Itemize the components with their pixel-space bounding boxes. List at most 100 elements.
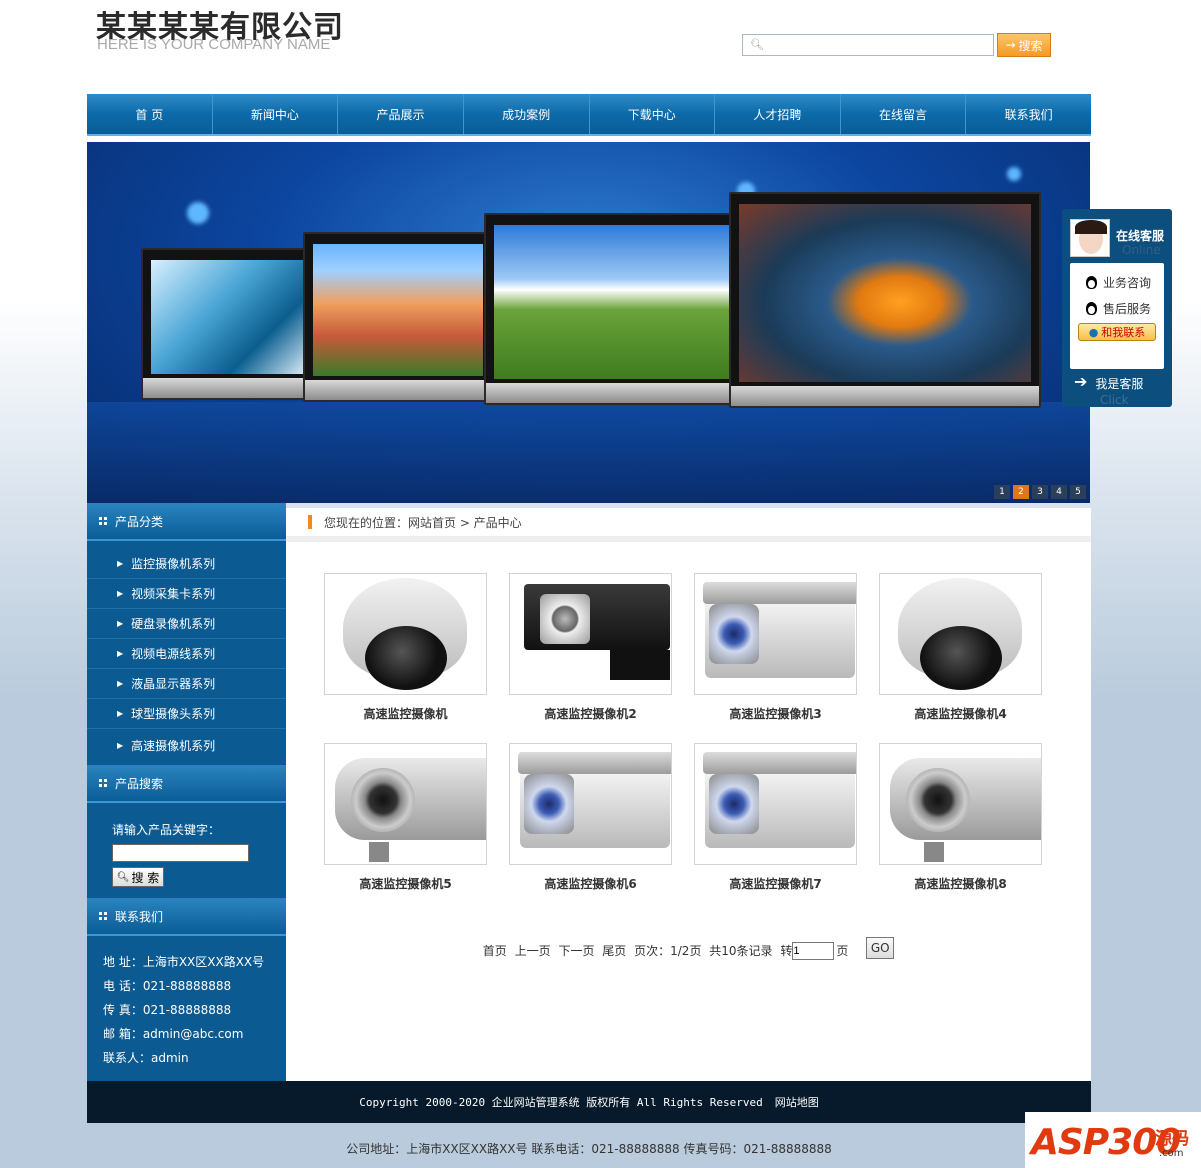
chat-with-me-label: 和我联系: [1101, 326, 1146, 339]
product-image[interactable]: [324, 573, 487, 695]
product-image[interactable]: [509, 573, 672, 695]
product-name[interactable]: 高速监控摄像机8: [879, 875, 1042, 892]
category-item[interactable]: ▶ 监控摄像机系列: [87, 549, 286, 579]
category-title: 产品分类: [115, 514, 164, 529]
product-image[interactable]: [324, 743, 487, 865]
service-list: 业务咨询 售后服务 ● 和我联系: [1070, 263, 1164, 369]
service-header: 在线客服 Online: [1070, 219, 1166, 259]
footer-address: 公司地址：上海市XX区XX路XX号 联系电话：021-88888888 传真号码…: [346, 1142, 832, 1156]
banner-tv-2: [303, 232, 493, 402]
pager-last[interactable]: 尾页: [602, 944, 626, 958]
nav-cases[interactable]: 成功案例: [464, 94, 590, 134]
nav-news[interactable]: 新闻中心: [213, 94, 339, 134]
left-sidebar: 产品分类 ▶ 监控摄像机系列 ▶ 视频采集卡系列 ▶ 硬盘录像机系列 ▶ 视频电源线系列…: [87, 503, 286, 1081]
product-name[interactable]: 高速监控摄像机7: [694, 875, 857, 892]
banner-dot-1[interactable]: 1: [994, 485, 1010, 499]
category-item[interactable]: ▶ 液晶显示器系列: [87, 669, 286, 699]
banner-dot-5[interactable]: 5: [1070, 485, 1086, 499]
product-name[interactable]: 高速监控摄像机5: [324, 875, 487, 892]
service-item[interactable]: 业务咨询: [1070, 269, 1164, 295]
hero-banner[interactable]: 1 2 3 4 5: [87, 142, 1090, 503]
banner-tv-1: [141, 248, 321, 400]
footer-sitemap-link[interactable]: 网站地图: [775, 1094, 819, 1110]
pager-page-info: 页次：1/2页: [634, 943, 702, 958]
header-search-button[interactable]: → 搜索: [997, 33, 1051, 57]
product-card[interactable]: 高速监控摄像机8: [879, 743, 1042, 892]
product-image[interactable]: [694, 743, 857, 865]
nav-home[interactable]: 首 页: [87, 94, 213, 134]
breadcrumb-text: 您现在的位置：网站首页 > 产品中心: [324, 515, 522, 530]
product-card[interactable]: 高速监控摄像机5: [324, 743, 487, 892]
pagination: 首页 上一页 下一页 尾页 页次：1/2页 共10条记录 转 页 GO: [286, 937, 1091, 962]
category-label: 硬盘录像机系列: [131, 617, 216, 631]
triangle-right-icon: ▶: [117, 679, 124, 688]
service-item-label: 业务咨询: [1103, 275, 1152, 290]
service-toggle[interactable]: ➔ 我是客服: [1074, 374, 1144, 392]
header-search-input[interactable]: [765, 37, 990, 53]
product-card[interactable]: 高速监控摄像机3: [694, 573, 857, 722]
category-list: ▶ 监控摄像机系列 ▶ 视频采集卡系列 ▶ 硬盘录像机系列 ▶ 视频电源线系列 ▶ 液晶显…: [87, 541, 286, 761]
asp300-watermark: ASP300 源码 .com: [1025, 1112, 1201, 1168]
product-image[interactable]: [694, 573, 857, 695]
triangle-right-icon: ▶: [117, 559, 124, 568]
product-name[interactable]: 高速监控摄像机: [324, 705, 487, 722]
pager-prev[interactable]: 上一页: [515, 944, 551, 958]
category-item[interactable]: ▶ 高速摄像机系列: [87, 729, 286, 761]
nav-guestbook[interactable]: 在线留言: [841, 94, 967, 134]
product-card[interactable]: 高速监控摄像机6: [509, 743, 672, 892]
category-label: 监控摄像机系列: [131, 557, 216, 571]
category-label: 球型摄像头系列: [131, 707, 216, 721]
product-card[interactable]: 高速监控摄像机: [324, 573, 487, 722]
search-icon: 🔍︎: [116, 871, 130, 883]
category-item[interactable]: ▶ 硬盘录像机系列: [87, 609, 286, 639]
category-item[interactable]: ▶ 球型摄像头系列: [87, 699, 286, 729]
service-toggle-en: Click: [1100, 393, 1129, 407]
nav-products[interactable]: 产品展示: [338, 94, 464, 134]
header-search-button-label: 搜索: [1018, 38, 1043, 53]
product-search-input[interactable]: [112, 844, 249, 862]
grid-bullet-icon: [99, 517, 107, 525]
product-card[interactable]: 高速监控摄像机7: [694, 743, 857, 892]
pager-next[interactable]: 下一页: [558, 944, 594, 958]
triangle-right-icon: ▶: [117, 740, 124, 750]
pager-total: 共10条记录: [709, 943, 773, 958]
banner-dot-3[interactable]: 3: [1032, 485, 1048, 499]
product-card[interactable]: 高速监控摄像机2: [509, 573, 672, 722]
product-name[interactable]: 高速监控摄像机2: [509, 705, 672, 722]
category-label: 液晶显示器系列: [131, 677, 216, 691]
pager-first[interactable]: 首页: [483, 944, 507, 958]
banner-dot-2[interactable]: 2: [1013, 485, 1029, 499]
footer-bar: Copyright 2000-2020 企业网站管理系统 版权所有 All Ri…: [87, 1081, 1091, 1123]
service-avatar: [1070, 219, 1110, 257]
banner-dot-4[interactable]: 4: [1051, 485, 1067, 499]
arrow-right-icon: →: [1005, 38, 1016, 52]
nav-contact[interactable]: 联系我们: [966, 94, 1091, 134]
category-item[interactable]: ▶ 视频电源线系列: [87, 639, 286, 669]
pager-jump-input[interactable]: [792, 942, 835, 960]
nav-jobs[interactable]: 人才招聘: [715, 94, 841, 134]
product-card[interactable]: 高速监控摄像机4: [879, 573, 1042, 722]
product-image[interactable]: [879, 743, 1042, 865]
nav-download[interactable]: 下载中心: [590, 94, 716, 134]
contact-title: 联系我们: [115, 909, 164, 924]
service-toggle-label: 我是客服: [1095, 377, 1144, 391]
product-image[interactable]: [879, 573, 1042, 695]
pager-go-button[interactable]: GO: [866, 937, 895, 959]
product-name[interactable]: 高速监控摄像机6: [509, 875, 672, 892]
category-item[interactable]: ▶ 视频采集卡系列: [87, 579, 286, 609]
product-search-button-label: 搜 索: [131, 870, 160, 885]
contact-info: 地 址：上海市XX区XX路XX号 电 话：021-88888888 传 真：02…: [87, 936, 286, 1072]
breadcrumb-marker: [308, 515, 312, 529]
banner-tv-3: [484, 213, 740, 405]
product-name[interactable]: 高速监控摄像机3: [694, 705, 857, 722]
product-search-button[interactable]: 🔍︎ 搜 索: [112, 867, 164, 887]
banner-tv-4: [729, 192, 1041, 408]
service-item[interactable]: 售后服务: [1070, 295, 1164, 321]
chat-with-me-button[interactable]: ● 和我联系: [1078, 323, 1156, 341]
product-image[interactable]: [509, 743, 672, 865]
online-service-float: 在线客服 Online 业务咨询 售后服务 ● 和我联系 ➔ 我是客服 Clic…: [1062, 209, 1172, 407]
contact-address: 地 址：上海市XX区XX路XX号: [103, 955, 265, 969]
product-name[interactable]: 高速监控摄像机4: [879, 705, 1042, 722]
chat-bubble-icon: ●: [1088, 325, 1099, 339]
contact-header: 联系我们: [87, 898, 286, 936]
